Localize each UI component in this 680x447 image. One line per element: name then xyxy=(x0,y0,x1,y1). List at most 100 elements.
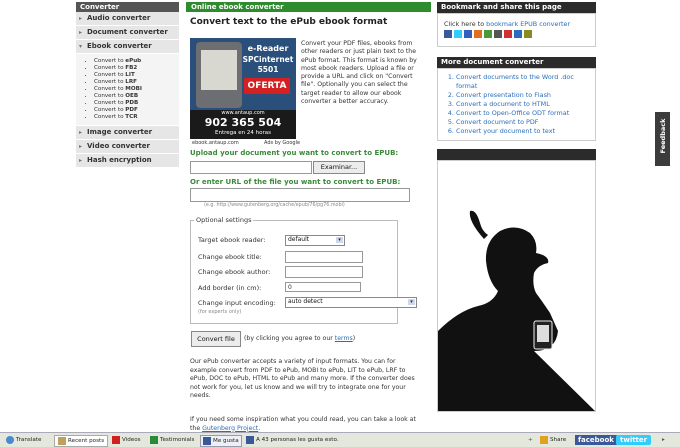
terms-link[interactable]: terms xyxy=(335,335,353,342)
list-item[interactable]: Convert a document to HTML xyxy=(456,100,595,109)
ebook-author-input[interactable] xyxy=(285,266,363,278)
list-item[interactable]: Convert your document to text xyxy=(456,127,595,136)
left-sidebar: Converter ▸ Audio converter ▸ Document con… xyxy=(76,2,179,174)
list-item[interactable]: Convert to OEB xyxy=(94,93,179,100)
digg-icon[interactable] xyxy=(474,30,482,38)
ad-line: SPCinternet xyxy=(242,55,294,64)
chevron-right-icon: ▸ xyxy=(79,15,83,22)
share-more-icon[interactable] xyxy=(524,30,532,38)
gutenberg-link[interactable]: Gutenberg Project xyxy=(202,425,258,432)
collapse-icon[interactable]: ▸ xyxy=(662,435,665,445)
list-item[interactable]: Convert documents to the Word .doc forma… xyxy=(456,73,595,91)
ebook-author-label: Change ebook author: xyxy=(198,268,271,276)
chevron-down-icon: ▾ xyxy=(336,237,343,243)
section-header: Online ebook converter xyxy=(186,2,431,12)
chevron-right-icon: ▸ xyxy=(79,157,83,164)
list-item[interactable]: Convert to ePub xyxy=(94,58,179,65)
sidebar-item-image-converter[interactable]: ▸ Image converter xyxy=(76,126,179,140)
reddit-icon[interactable] xyxy=(514,30,522,38)
list-item[interactable]: Convert to LIT xyxy=(94,72,179,79)
list-item[interactable]: Convert presentation to Flash xyxy=(456,91,595,100)
twitter-button[interactable]: twitter xyxy=(616,435,652,445)
facebook-icon xyxy=(246,435,254,444)
target-reader-select[interactable]: default ▾ xyxy=(285,235,345,246)
ereader-image xyxy=(196,42,242,108)
sidebar-item-label: Document converter xyxy=(87,28,168,36)
globe-icon xyxy=(6,435,14,444)
right-sidebar: Bookmark and share this page Click here … xyxy=(437,2,596,412)
testimonials-button[interactable]: Testimonials xyxy=(150,435,194,445)
stumble-icon[interactable] xyxy=(484,30,492,38)
browse-button[interactable]: Examinar... xyxy=(313,161,365,174)
border-input[interactable]: 0 xyxy=(285,282,361,292)
sidebar-item-label: Ebook converter xyxy=(87,42,152,50)
posts-icon xyxy=(58,436,66,445)
target-reader-label: Target ebook reader: xyxy=(198,236,266,244)
sidebar-item-label: Hash encryption xyxy=(87,156,152,164)
plus-icon[interactable]: + xyxy=(528,435,533,445)
list-item[interactable]: Convert to TCR xyxy=(94,114,179,121)
list-item[interactable]: Convert to Open-Office ODT format xyxy=(456,109,595,118)
more-converters-header: More document converter xyxy=(437,57,596,68)
list-item[interactable]: Convert to FB2 xyxy=(94,65,179,72)
list-item[interactable]: Convert to PDF xyxy=(94,107,179,114)
share-icons xyxy=(444,30,534,38)
sidebar-item-hash-encryption[interactable]: ▸ Hash encryption xyxy=(76,154,179,168)
border-label: Add border (in cm): xyxy=(198,284,262,292)
twitter-icon[interactable] xyxy=(454,30,462,38)
chevron-right-icon: ▸ xyxy=(79,129,83,136)
testimonials-icon xyxy=(150,435,158,444)
share-button[interactable]: Share xyxy=(540,435,566,445)
ebook-format-list: Convert to ePub Convert to FB2 Convert t… xyxy=(76,54,179,126)
sidebar-item-document-converter[interactable]: ▸ Document converter xyxy=(76,26,179,40)
bookmark-link[interactable]: bookmark EPUB converter xyxy=(486,20,570,28)
ebook-title-label: Change ebook title: xyxy=(198,253,262,261)
encoding-select[interactable]: auto detect ▾ xyxy=(285,297,417,308)
chevron-right-icon: ▸ xyxy=(79,29,83,36)
videos-button[interactable]: Videos xyxy=(112,435,141,445)
chevron-down-icon: ▾ xyxy=(408,299,415,305)
like-button[interactable]: Me gusta xyxy=(200,435,242,447)
file-path-field[interactable] xyxy=(190,161,312,174)
promo-panel xyxy=(437,160,596,412)
recent-posts-button[interactable]: Recent posts xyxy=(54,435,109,447)
ebook-title-input[interactable] xyxy=(285,251,363,263)
share-icon xyxy=(540,435,548,444)
thumbs-up-icon xyxy=(203,436,211,445)
encoding-label: Change input encoding: xyxy=(198,299,276,307)
list-item[interactable]: Convert to PDB xyxy=(94,100,179,107)
woman-reading-ereader-image xyxy=(438,210,595,411)
bookmark-panel: Click here to bookmark EPUB converter xyxy=(437,13,596,47)
ad-caption[interactable]: ebook.antaup.com xyxy=(192,140,239,146)
ads-by-google[interactable]: Ads by Google xyxy=(264,140,300,146)
url-input[interactable] xyxy=(190,188,410,202)
promo-header xyxy=(437,149,596,160)
advertisement[interactable]: e-Reader SPCinternet 5501 OFERTA www.ant… xyxy=(190,38,296,139)
sidebar-item-label: Audio converter xyxy=(87,14,151,22)
ad-line: e-Reader xyxy=(247,44,289,53)
translate-button[interactable]: Translate xyxy=(6,435,41,445)
list-item[interactable]: Convert document to PDF xyxy=(456,118,595,127)
url-label: Or enter URL of the file you want to con… xyxy=(190,178,401,186)
bookmark-text: Click here to bookmark EPUB converter xyxy=(444,20,571,28)
sidebar-item-ebook-converter[interactable]: ▾ Ebook converter xyxy=(76,40,179,54)
sidebar-item-label: Image converter xyxy=(87,128,153,136)
feedback-tab[interactable]: Feedback xyxy=(655,112,670,166)
terms-notice: (by clicking you agree to our terms) xyxy=(244,335,356,342)
upload-label: Upload your document you want to convert… xyxy=(190,149,399,157)
delicious-icon[interactable] xyxy=(464,30,472,38)
facebook-button[interactable]: facebook xyxy=(575,435,617,445)
convert-file-button[interactable]: Convert file xyxy=(191,331,241,347)
list-item[interactable]: Convert to LRF xyxy=(94,79,179,86)
google-icon[interactable] xyxy=(504,30,512,38)
sidebar-item-label: Video converter xyxy=(87,142,150,150)
sidebar-item-audio-converter[interactable]: ▸ Audio converter xyxy=(76,12,179,26)
sidebar-item-video-converter[interactable]: ▸ Video converter xyxy=(76,140,179,154)
list-item[interactable]: Convert to MOBI xyxy=(94,86,179,93)
myspace-icon[interactable] xyxy=(494,30,502,38)
page-title: Convert text to the ePub ebook format xyxy=(190,17,388,27)
inspiration-paragraph: If you need some inspiration what you co… xyxy=(190,416,416,432)
facebook-icon[interactable] xyxy=(444,30,452,38)
ad-footer: www.antaup.com 902 365 504 Entrega en 24… xyxy=(190,110,296,139)
like-count: A 43 personas les gusta esto. xyxy=(246,435,339,445)
